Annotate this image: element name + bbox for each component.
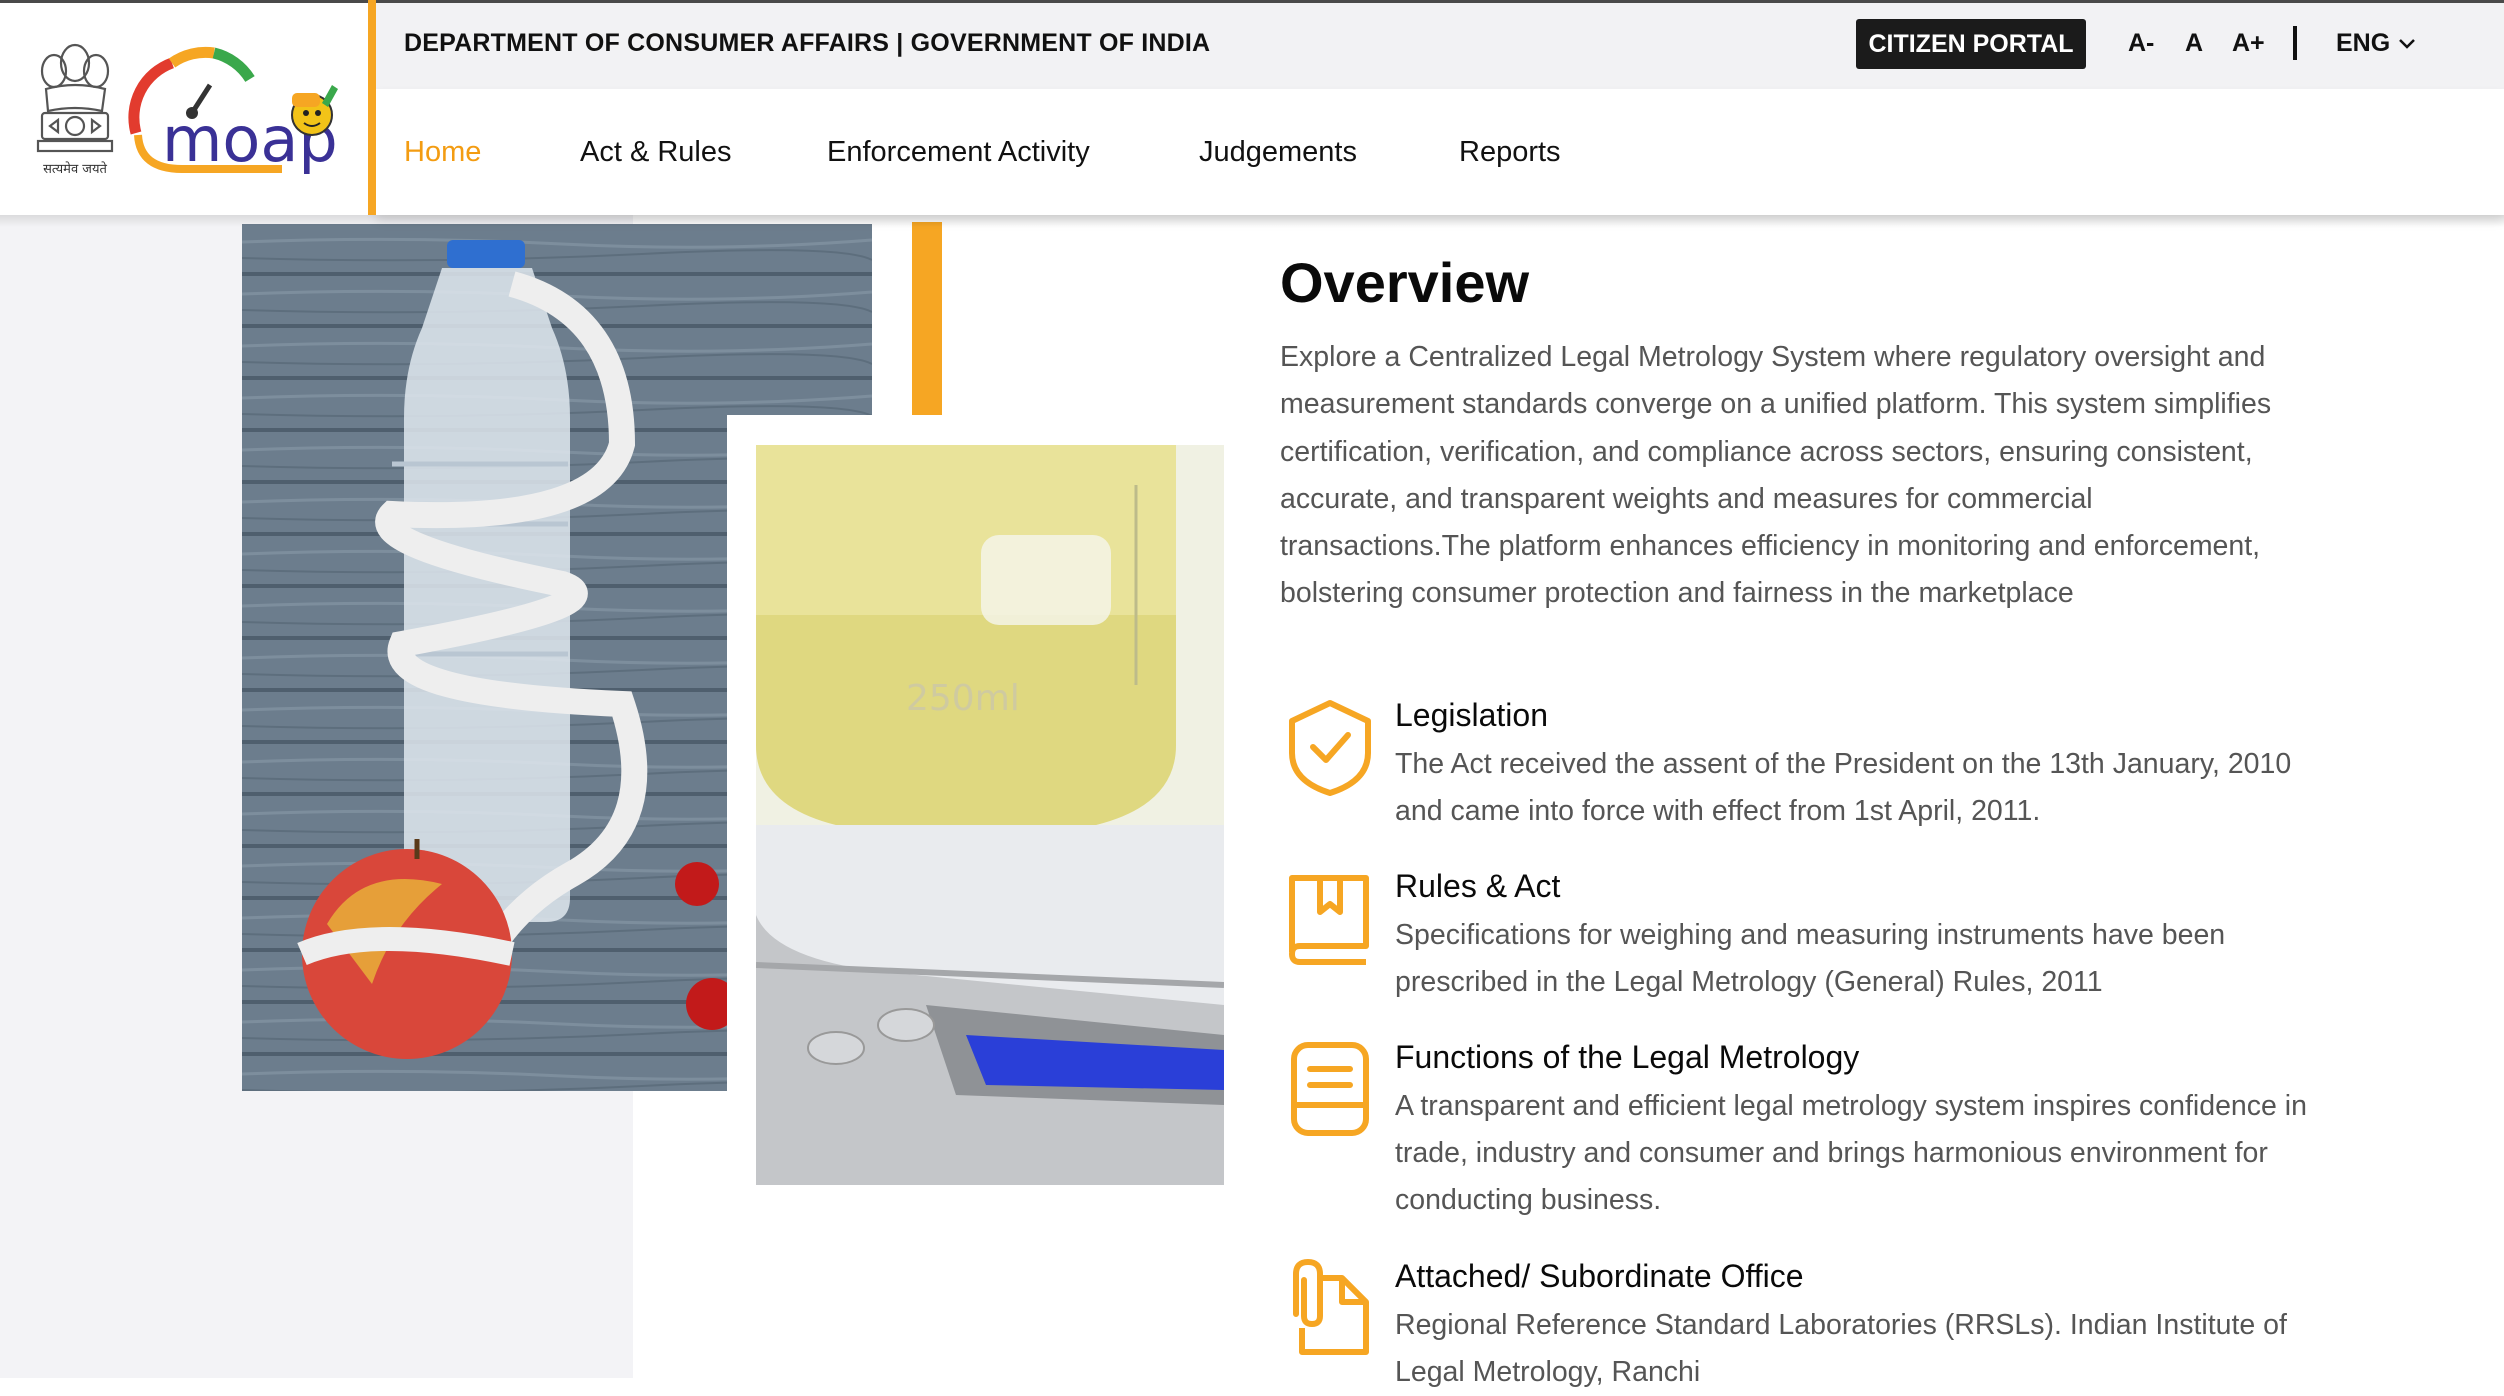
divider <box>2293 26 2297 60</box>
overview-title: Overview <box>1280 251 1530 314</box>
nav-act-rules[interactable]: Act & Rules <box>580 136 732 169</box>
accent-bar <box>912 222 942 415</box>
moap-logo-icon: moap <box>128 46 338 176</box>
font-decrease-button[interactable]: A- <box>2128 29 2154 58</box>
language-label: ENG <box>2336 29 2391 57</box>
nav-home[interactable]: Home <box>404 136 481 169</box>
chevron-down-icon <box>2399 38 2416 49</box>
font-normal-button[interactable]: A <box>2185 29 2203 58</box>
svg-text:सत्यमेव जयते: सत्यमेव जयते <box>43 161 107 177</box>
logo-divider <box>368 0 376 215</box>
nav-judgements[interactable]: Judgements <box>1199 136 1357 169</box>
header-shadow <box>0 215 2504 227</box>
overview-text: Explore a Centralized Legal Metrology Sy… <box>1280 341 2272 610</box>
national-emblem-icon: सत्यमेव जयते <box>36 43 114 177</box>
feature-title: Functions of the Legal Metrology <box>1395 1039 1860 1075</box>
nav-enforcement-activity[interactable]: Enforcement Activity <box>827 136 1090 169</box>
document-icon <box>1291 1042 1369 1136</box>
department-title: DEPARTMENT OF CONSUMER AFFAIRS | GOVERNM… <box>404 29 1211 57</box>
language-select[interactable]: ENG <box>2336 29 2416 58</box>
beaker-scale-image: 250ml <box>756 445 1224 1185</box>
svg-text:250ml: 250ml <box>906 678 1020 719</box>
feature-title: Legislation <box>1395 697 1548 733</box>
shield-check-icon <box>1289 700 1371 796</box>
paperclip-file-icon <box>1293 1258 1369 1355</box>
feature-title: Attached/ Subordinate Office <box>1395 1258 1804 1294</box>
feature-text: Regional Reference Standard Laboratories… <box>1395 1309 2287 1388</box>
feature-text: A transparent and efficient legal metrol… <box>1395 1090 2307 1216</box>
book-icon <box>1289 875 1369 965</box>
feature-text: Specifications for weighing and measurin… <box>1395 919 2226 998</box>
nav-reports[interactable]: Reports <box>1459 136 1561 169</box>
citizen-portal-button[interactable]: CITIZEN PORTAL <box>1856 19 2086 69</box>
feature-title: Rules & Act <box>1395 868 1561 904</box>
feature-text: The Act received the assent of the Presi… <box>1395 748 2292 827</box>
logo-area[interactable]: सत्यमेव जयते moap <box>0 3 371 215</box>
font-increase-button[interactable]: A+ <box>2232 29 2265 58</box>
